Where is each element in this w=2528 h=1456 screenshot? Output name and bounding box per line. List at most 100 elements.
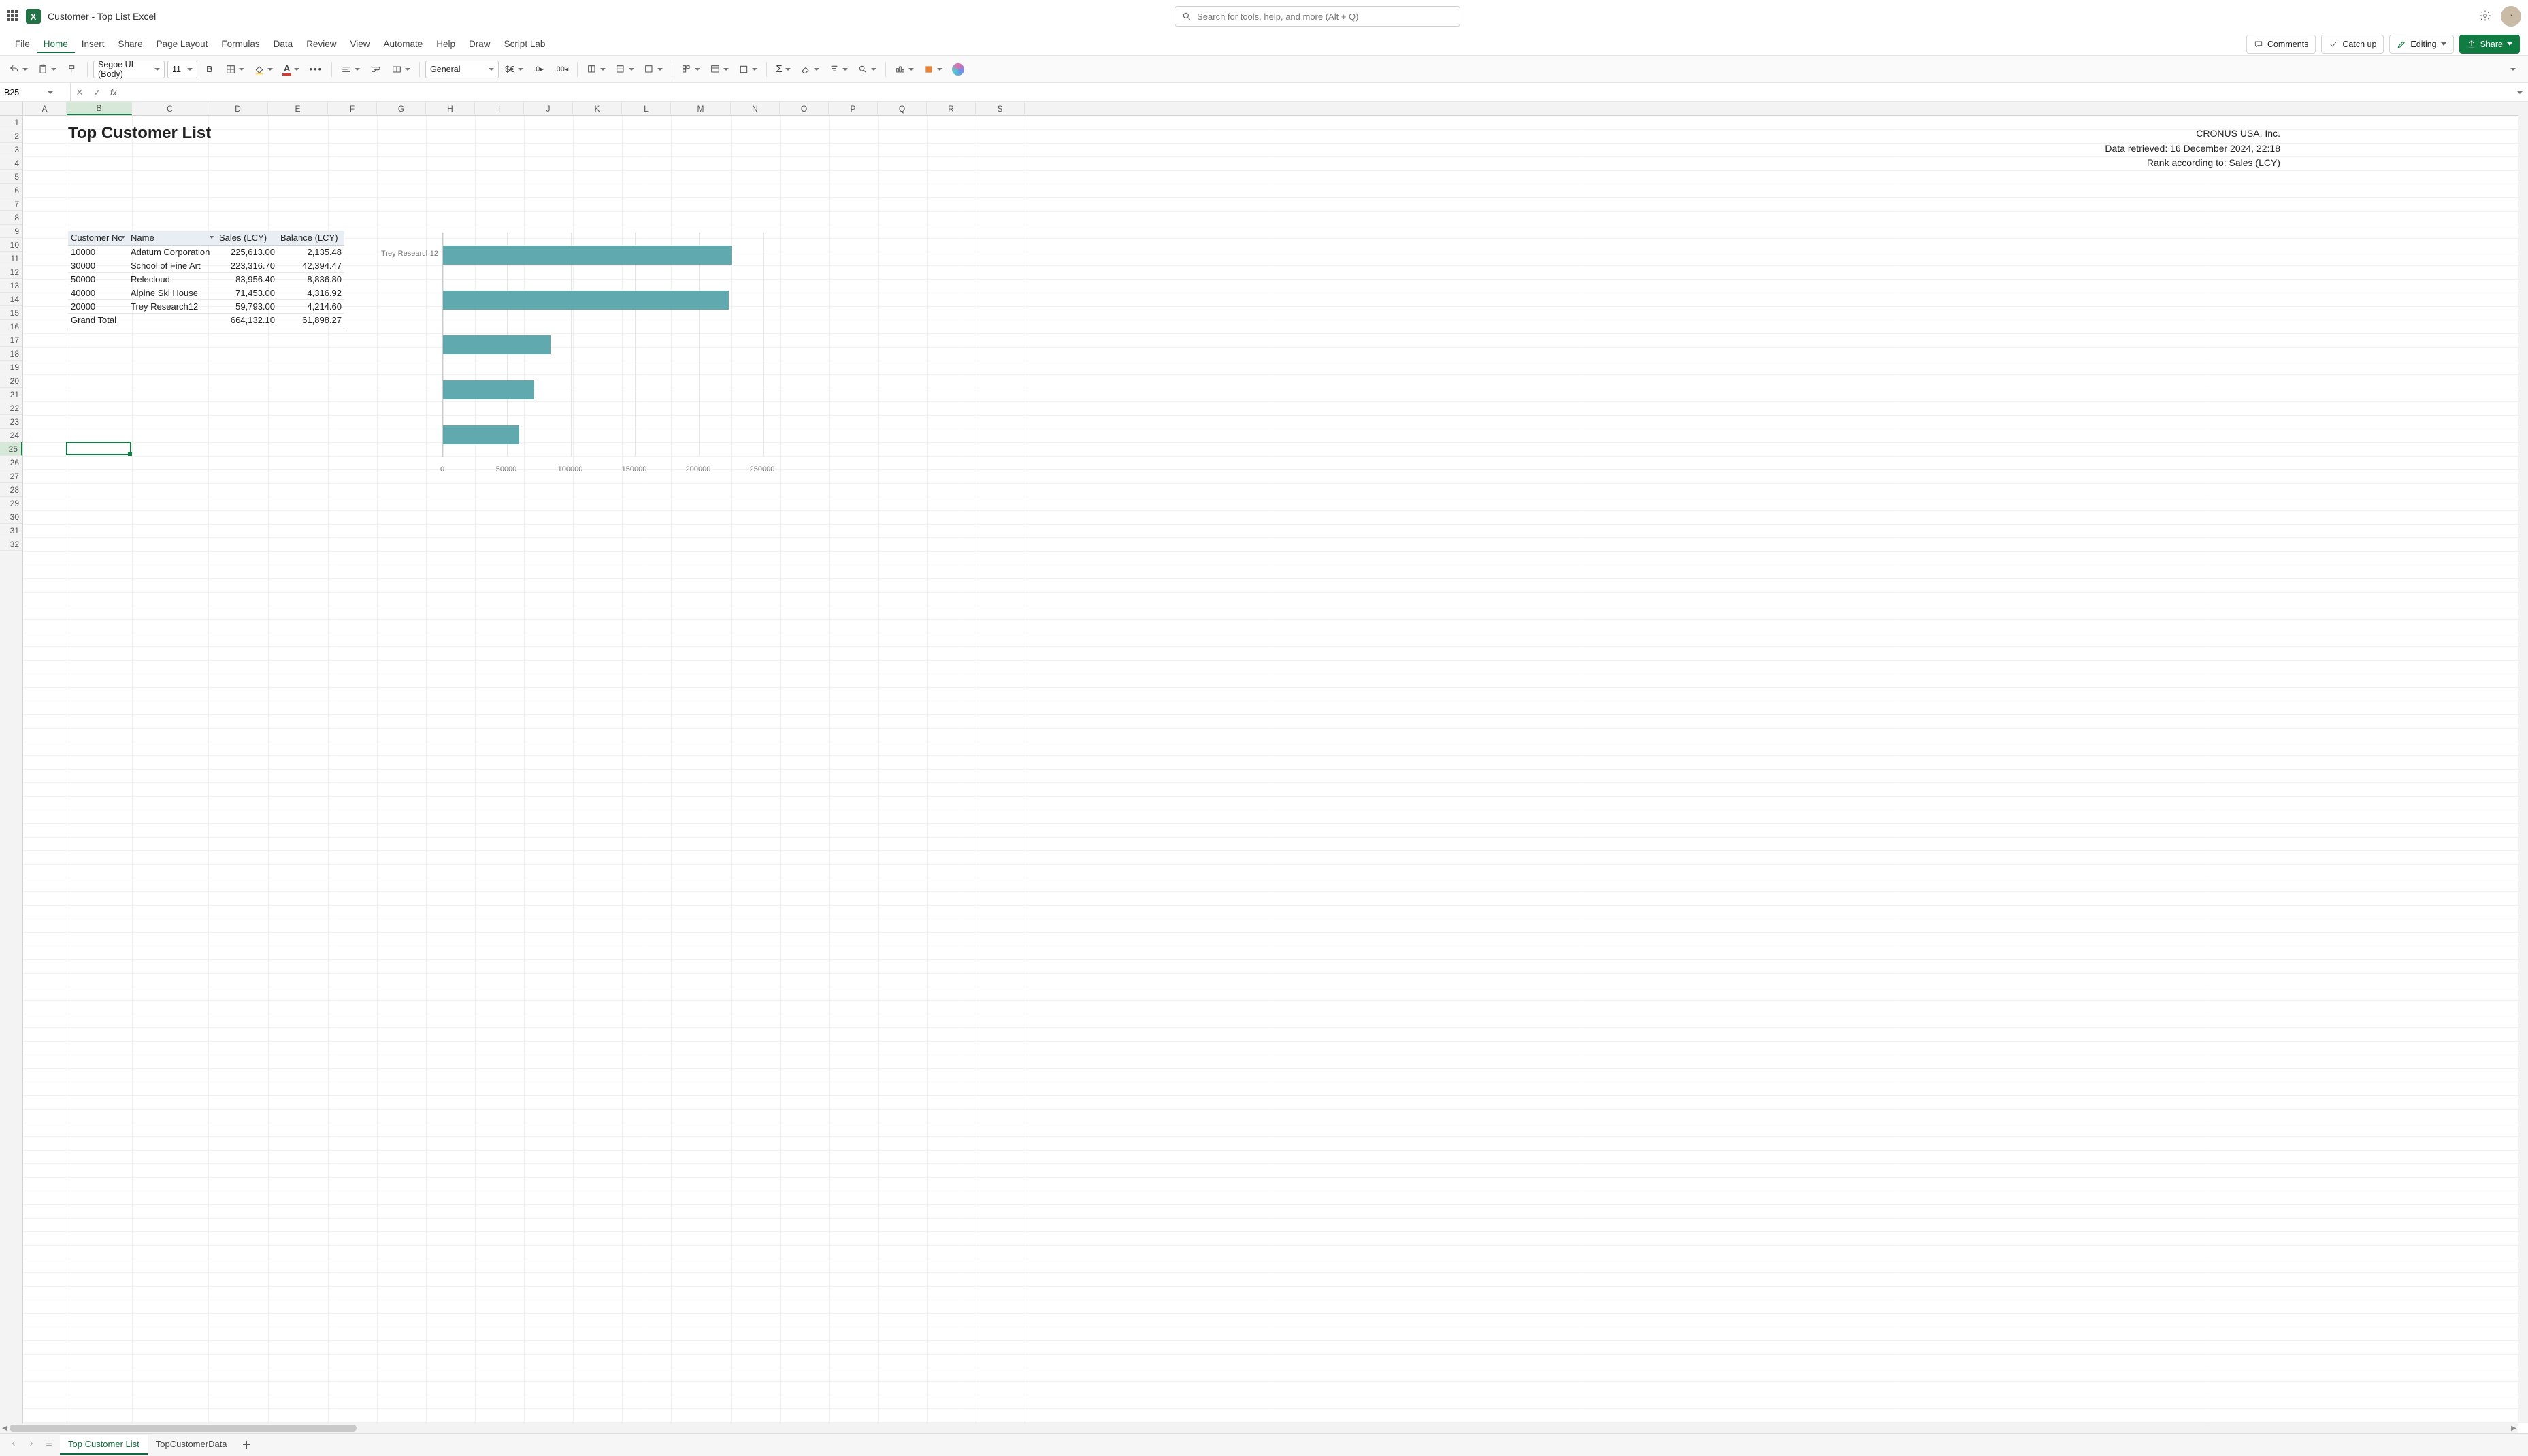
table-cell[interactable]: 40000 bbox=[68, 286, 128, 299]
number-format-select[interactable]: General bbox=[425, 61, 499, 78]
comments-button[interactable]: Comments bbox=[2246, 35, 2316, 54]
add-ins-button[interactable] bbox=[920, 60, 946, 79]
column-header[interactable]: N bbox=[731, 102, 780, 115]
row-header[interactable]: 7 bbox=[0, 197, 22, 211]
column-header[interactable]: R bbox=[927, 102, 976, 115]
table-row[interactable]: 50000Relecloud83,956.408,836.80 bbox=[68, 272, 344, 286]
table-header[interactable]: Sales (LCY) bbox=[216, 231, 278, 245]
horizontal-scrollbar[interactable]: ◀ ▶ bbox=[0, 1423, 2518, 1433]
search-box[interactable] bbox=[1175, 6, 1460, 27]
column-header[interactable]: P bbox=[829, 102, 878, 115]
row-header[interactable]: 12 bbox=[0, 265, 22, 279]
name-box[interactable] bbox=[0, 83, 71, 101]
select-all-corner[interactable] bbox=[0, 102, 23, 116]
table-row[interactable]: 10000Adatum Corporation225,613.002,135.4… bbox=[68, 245, 344, 259]
align-button[interactable] bbox=[338, 60, 363, 79]
document-title[interactable]: Customer - Top List Excel bbox=[48, 11, 156, 22]
merge-button[interactable] bbox=[388, 60, 414, 79]
filter-icon[interactable] bbox=[210, 236, 214, 239]
ribbon-tab-view[interactable]: View bbox=[343, 35, 376, 53]
table-cell[interactable]: 8,836.80 bbox=[278, 272, 344, 286]
column-header[interactable]: D bbox=[208, 102, 268, 115]
font-color-button[interactable]: A bbox=[279, 60, 303, 79]
accounting-format-button[interactable]: $€ bbox=[502, 60, 526, 79]
borders-button[interactable] bbox=[222, 60, 248, 79]
chart-bar[interactable] bbox=[443, 291, 729, 310]
autosum-button[interactable]: Σ bbox=[772, 60, 793, 79]
more-formatting-button[interactable]: ••• bbox=[306, 60, 326, 79]
table-cell[interactable]: Alpine Ski House bbox=[128, 286, 216, 299]
column-header[interactable]: J bbox=[524, 102, 573, 115]
ribbon-tab-share[interactable]: Share bbox=[112, 35, 150, 53]
format-painter-button[interactable] bbox=[63, 60, 82, 79]
sheet-nav-prev[interactable] bbox=[7, 1437, 20, 1453]
analyze-data-button[interactable] bbox=[891, 60, 917, 79]
report-table[interactable]: Customer NoNameSales (LCY)Balance (LCY) … bbox=[68, 231, 344, 327]
row-header[interactable]: 2 bbox=[0, 129, 22, 143]
all-sheets-button[interactable] bbox=[42, 1437, 56, 1453]
table-header[interactable]: Balance (LCY) bbox=[278, 231, 344, 245]
column-header[interactable]: M bbox=[671, 102, 731, 115]
table-cell[interactable]: 20000 bbox=[68, 299, 128, 313]
row-header[interactable]: 31 bbox=[0, 524, 22, 537]
row-header[interactable]: 29 bbox=[0, 497, 22, 510]
find-button[interactable] bbox=[854, 60, 880, 79]
table-cell[interactable]: 2,135.48 bbox=[278, 245, 344, 259]
table-row[interactable]: 20000Trey Research1259,793.004,214.60 bbox=[68, 299, 344, 313]
row-header[interactable]: 26 bbox=[0, 456, 22, 469]
app-launcher-icon[interactable] bbox=[7, 10, 19, 22]
table-cell[interactable]: 4,316.92 bbox=[278, 286, 344, 299]
table-cell[interactable]: 83,956.40 bbox=[216, 272, 278, 286]
row-header[interactable]: 13 bbox=[0, 279, 22, 293]
row-header[interactable]: 32 bbox=[0, 537, 22, 551]
row-header[interactable]: 8 bbox=[0, 211, 22, 225]
share-button[interactable]: Share bbox=[2459, 35, 2520, 54]
chart-bar[interactable] bbox=[443, 380, 534, 399]
row-header[interactable]: 21 bbox=[0, 388, 22, 401]
column-header[interactable]: G bbox=[377, 102, 426, 115]
settings-button[interactable] bbox=[2479, 10, 2491, 24]
name-box-input[interactable] bbox=[4, 88, 45, 97]
column-header[interactable]: S bbox=[976, 102, 1025, 115]
insert-cells-button[interactable] bbox=[583, 60, 609, 79]
table-cell[interactable]: Trey Research12 bbox=[128, 299, 216, 313]
row-header[interactable]: 30 bbox=[0, 510, 22, 524]
row-header[interactable]: 17 bbox=[0, 333, 22, 347]
ribbon-expand-button[interactable] bbox=[2504, 60, 2523, 79]
table-cell[interactable]: 4,214.60 bbox=[278, 299, 344, 313]
row-header[interactable]: 9 bbox=[0, 225, 22, 238]
ribbon-tab-review[interactable]: Review bbox=[299, 35, 343, 53]
catch-up-button[interactable]: Catch up bbox=[2321, 35, 2384, 54]
formula-bar-expand-button[interactable] bbox=[2512, 91, 2528, 94]
editing-mode-button[interactable]: Editing bbox=[2389, 35, 2453, 54]
table-cell[interactable]: 223,316.70 bbox=[216, 259, 278, 272]
table-cell[interactable]: 225,613.00 bbox=[216, 245, 278, 259]
row-header[interactable]: 20 bbox=[0, 374, 22, 388]
enter-formula-button[interactable]: ✓ bbox=[88, 87, 106, 98]
row-header[interactable]: 6 bbox=[0, 184, 22, 197]
row-header[interactable]: 11 bbox=[0, 252, 22, 265]
column-header[interactable]: A bbox=[23, 102, 67, 115]
ribbon-tab-file[interactable]: File bbox=[8, 35, 37, 53]
column-header[interactable]: I bbox=[475, 102, 524, 115]
filter-icon[interactable] bbox=[121, 236, 125, 239]
format-as-table-button[interactable] bbox=[706, 60, 732, 79]
bold-button[interactable]: B bbox=[200, 60, 219, 79]
row-header[interactable]: 23 bbox=[0, 415, 22, 429]
column-header[interactable]: C bbox=[132, 102, 208, 115]
clear-button[interactable] bbox=[797, 60, 823, 79]
undo-button[interactable] bbox=[5, 60, 31, 79]
row-header[interactable]: 24 bbox=[0, 429, 22, 442]
column-header[interactable]: Q bbox=[878, 102, 927, 115]
ribbon-tab-data[interactable]: Data bbox=[267, 35, 300, 53]
row-header[interactable]: 25 bbox=[0, 442, 22, 456]
row-header[interactable]: 16 bbox=[0, 320, 22, 333]
table-row[interactable]: 40000Alpine Ski House71,453.004,316.92 bbox=[68, 286, 344, 299]
column-header[interactable]: F bbox=[328, 102, 377, 115]
row-header[interactable]: 10 bbox=[0, 238, 22, 252]
decrease-decimal-button[interactable]: .00◂ bbox=[551, 60, 572, 79]
chart-bar[interactable] bbox=[443, 425, 519, 444]
column-header[interactable]: L bbox=[622, 102, 671, 115]
column-header[interactable]: B bbox=[67, 102, 132, 115]
row-header[interactable]: 5 bbox=[0, 170, 22, 184]
